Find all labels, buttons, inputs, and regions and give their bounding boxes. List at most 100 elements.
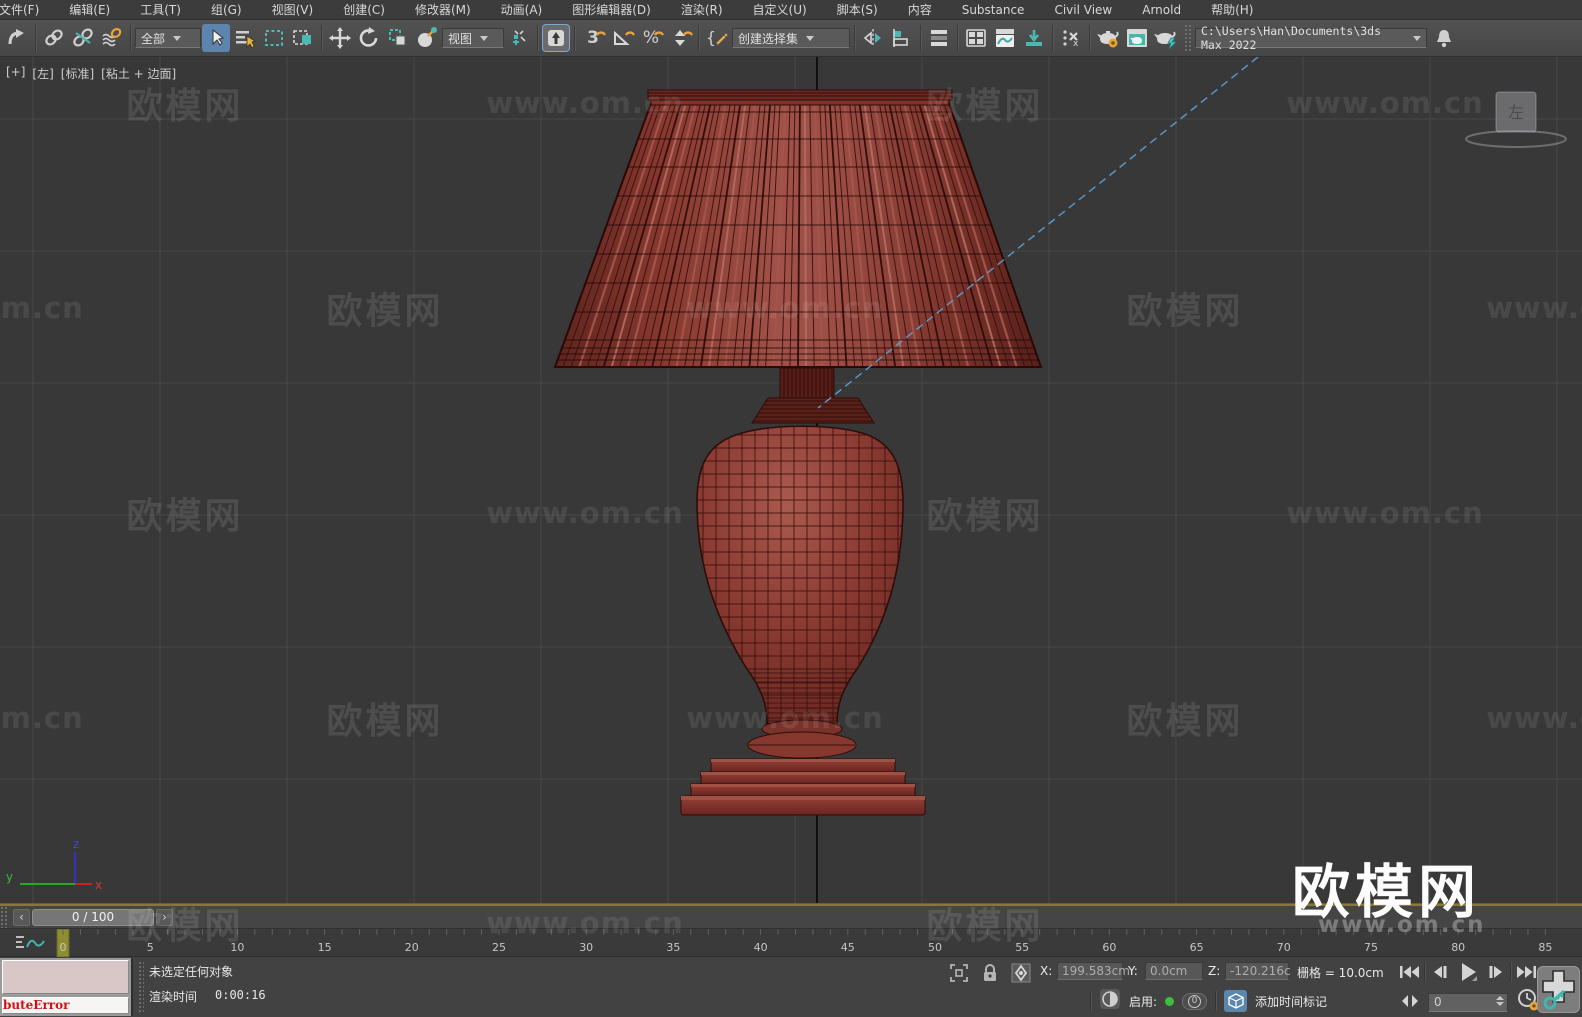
menu-item[interactable]: 视图(V)	[257, 1, 329, 18]
viewport-left[interactable]: 左 z y x [+] [左] [标准] [粘土 + 边面]	[0, 57, 1582, 903]
menu-item[interactable]: Arnold	[1127, 3, 1196, 17]
next-frame-button[interactable]: ›	[156, 909, 173, 926]
select-object-button[interactable]	[202, 24, 230, 52]
render-time-label: 渲染时间	[149, 988, 197, 1005]
menu-item[interactable]: 图形编辑器(D)	[557, 1, 666, 18]
key-mode-toggle-icon[interactable]	[1400, 993, 1420, 1012]
viewport-menu-shading[interactable]: [粘土 + 边面]	[101, 65, 176, 82]
render-presets-icon[interactable]	[1020, 24, 1048, 52]
menu-item[interactable]: 渲染(R)	[666, 1, 738, 18]
sound-track-badge[interactable]: 0	[1182, 993, 1207, 1010]
chevron-down-icon	[806, 36, 814, 41]
select-and-move-icon[interactable]	[326, 24, 354, 52]
menu-item[interactable]: 编辑(E)	[54, 1, 125, 18]
chevron-down-icon	[480, 36, 488, 41]
sound-toggle-icon[interactable]	[1099, 988, 1121, 1014]
svg-text:80: 80	[1451, 941, 1465, 954]
goto-end-button[interactable]	[1512, 961, 1539, 983]
menu-item[interactable]: 文件(F)	[0, 1, 54, 18]
mini-curve-editor-icon[interactable]	[16, 933, 46, 957]
wireframe-lamp-model[interactable]: 左 z y x	[0, 57, 1582, 903]
align-icon[interactable]	[888, 24, 916, 52]
isolate-selection-toggle[interactable]	[948, 962, 970, 988]
menu-item[interactable]: 脚本(S)	[822, 1, 893, 18]
project-folder-dropdown[interactable]: C:\Users\Han\Documents\3ds Max 2022	[1195, 28, 1427, 48]
reference-coordinate-dropdown[interactable]: 视图	[442, 28, 504, 48]
percent-snap-toggle-icon[interactable]: %	[637, 24, 665, 52]
selection-filter-dropdown[interactable]: 全部	[135, 28, 201, 48]
time-tag-cube-button[interactable]	[1224, 990, 1247, 1012]
menu-item[interactable]: 自定义(U)	[738, 1, 822, 18]
menu-item[interactable]: Civil View	[1039, 3, 1127, 17]
rectangular-selection-region-icon[interactable]	[260, 24, 288, 52]
named-selection-sets-dropdown[interactable]: 创建选择集	[732, 28, 850, 48]
isolate-selection-icon[interactable]: x	[1057, 24, 1085, 52]
menu-item[interactable]: 修改器(M)	[400, 1, 486, 18]
select-by-name-icon[interactable]	[231, 24, 259, 52]
render-setup-icon[interactable]	[1094, 24, 1122, 52]
prev-frame-button[interactable]: ‹	[13, 909, 30, 926]
layer-manager-icon[interactable]	[962, 24, 990, 52]
viewport-menu-standard[interactable]: [标准]	[61, 65, 94, 82]
x-coord-field[interactable]: 199.583cm	[1057, 962, 1123, 980]
select-link-icon[interactable]	[40, 24, 68, 52]
track-bar[interactable]: 0510152025303540455055606570758085	[0, 929, 1582, 957]
x-coord-label: X:	[1040, 964, 1052, 978]
snaps-toggle-icon[interactable]: 3	[579, 24, 607, 52]
window-crossing-icon[interactable]	[289, 24, 317, 52]
bind-to-space-warp-icon[interactable]	[98, 24, 126, 52]
menu-item[interactable]: 创建(C)	[328, 1, 400, 18]
enable-label: 启用:	[1129, 993, 1157, 1010]
angle-snap-toggle-icon[interactable]	[608, 24, 636, 52]
drag-handle[interactable]	[0, 906, 9, 928]
scene-explorer-icon[interactable]	[925, 24, 953, 52]
svg-text:x: x	[1073, 39, 1079, 49]
menu-item[interactable]: 内容	[893, 1, 947, 18]
curve-editor-icon[interactable]	[991, 24, 1019, 52]
add-time-tag-label[interactable]: 添加时间标记	[1255, 993, 1327, 1010]
play-button[interactable]	[1454, 961, 1481, 983]
notification-bell-icon[interactable]	[1430, 24, 1458, 52]
svg-text:70: 70	[1277, 941, 1291, 954]
listener-macro-pane[interactable]	[2, 960, 129, 994]
menu-item[interactable]: 帮助(H)	[1196, 1, 1268, 18]
svg-text:65: 65	[1190, 941, 1204, 954]
y-coord-field[interactable]: 0.0cm	[1145, 962, 1203, 980]
viewport-menu-general[interactable]: [+]	[6, 65, 25, 82]
menu-item[interactable]: Substance	[947, 3, 1040, 17]
maximize-viewport-toggle[interactable]	[1537, 966, 1580, 1013]
maxscript-mini-listener[interactable]: buteError	[0, 958, 133, 1016]
z-coord-field[interactable]: -120.216c	[1225, 962, 1289, 980]
viewport-label[interactable]: [+] [左] [标准] [粘土 + 边面]	[6, 65, 176, 82]
select-and-place-icon[interactable]	[413, 24, 441, 52]
menu-item[interactable]: 工具(T)	[125, 1, 196, 18]
next-frame-button[interactable]	[1482, 961, 1509, 983]
goto-start-button[interactable]	[1396, 961, 1423, 983]
select-and-manipulate-button[interactable]	[542, 24, 570, 52]
svg-text:y: y	[6, 870, 13, 884]
redo-icon[interactable]	[3, 24, 31, 52]
drag-handle[interactable]	[138, 961, 144, 1013]
menu-item[interactable]: 动画(A)	[486, 1, 558, 18]
viewport-menu-pov[interactable]: [左]	[32, 65, 53, 82]
rendered-frame-window-icon[interactable]	[1123, 24, 1151, 52]
spinner-snap-toggle-icon[interactable]	[666, 24, 694, 52]
3dsmax-window: 文件(F)编辑(E)工具(T)组(G)视图(V)创建(C)修改器(M)动画(A)…	[0, 0, 1582, 1017]
edit-named-selection-sets-icon[interactable]: {	[703, 24, 731, 52]
current-frame-spinner[interactable]: 0	[1428, 993, 1508, 1012]
use-pivot-center-icon[interactable]	[505, 24, 533, 52]
menu-item[interactable]: 组(G)	[196, 1, 257, 18]
menu-bar: 文件(F)编辑(E)工具(T)组(G)视图(V)创建(C)修改器(M)动画(A)…	[0, 0, 1582, 20]
absolute-mode-toggle[interactable]	[1010, 962, 1032, 988]
listener-error-text[interactable]: buteError	[2, 997, 129, 1014]
time-slider-row: ‹ 0 / 100 ›	[0, 906, 1582, 929]
unlink-icon[interactable]	[69, 24, 97, 52]
selection-lock-icon[interactable]	[980, 962, 1000, 988]
mirror-icon[interactable]	[859, 24, 887, 52]
render-production-icon[interactable]	[1152, 24, 1180, 52]
previous-frame-button[interactable]	[1426, 961, 1453, 983]
time-slider[interactable]: 0 / 100	[32, 909, 154, 926]
select-and-rotate-icon[interactable]	[355, 24, 383, 52]
select-and-scale-icon[interactable]	[384, 24, 412, 52]
svg-text:40: 40	[754, 941, 768, 954]
